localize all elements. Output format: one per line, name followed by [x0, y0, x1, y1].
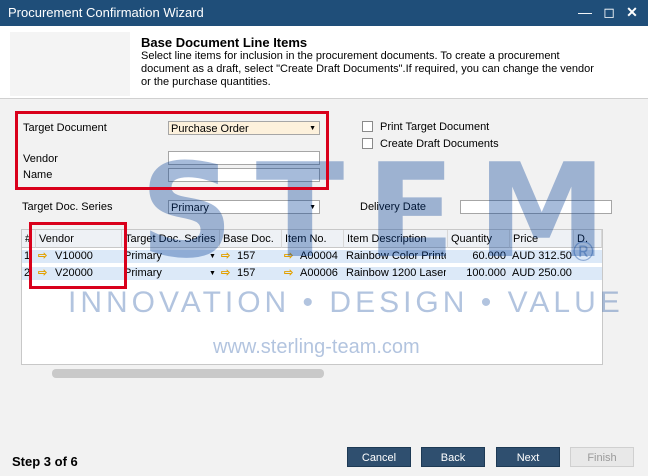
highlight-vendor-column — [29, 222, 127, 289]
price-cell: AUD 312.50 — [512, 250, 572, 262]
minimize-icon[interactable]: — — [576, 3, 594, 21]
price-cell: AUD 250.00 — [512, 267, 572, 279]
item-no-cell: A00004 — [300, 250, 338, 262]
title-bar: Procurement Confirmation Wizard — ◻ ✕ — [0, 0, 648, 26]
finish-button[interactable]: Finish — [570, 447, 634, 467]
maximize-icon[interactable]: ◻ — [600, 3, 618, 21]
page-description: Select line items for inclusion in the p… — [141, 50, 594, 88]
quantity-cell[interactable]: 100.000 — [448, 267, 506, 280]
series-cell[interactable]: Primary — [124, 267, 162, 280]
target-series-label: Target Doc. Series — [22, 201, 113, 213]
target-series-value: Primary — [171, 202, 209, 214]
delivery-date-field[interactable] — [460, 200, 612, 214]
print-target-checkbox[interactable] — [362, 121, 373, 132]
column-header[interactable]: Quantity — [448, 230, 510, 248]
wizard-header: Base Document Line Items Select line ite… — [0, 26, 648, 99]
item-no-cell: A00006 — [300, 267, 338, 279]
column-header[interactable]: D. — [574, 230, 602, 248]
create-draft-label: Create Draft Documents — [380, 138, 499, 150]
horizontal-scrollbar[interactable] — [52, 369, 324, 378]
column-header[interactable]: Price — [510, 230, 574, 248]
window-title: Procurement Confirmation Wizard — [8, 5, 204, 20]
chevron-down-icon: ▼ — [309, 204, 316, 211]
column-header[interactable]: Item No. — [282, 230, 344, 248]
page-title: Base Document Line Items — [141, 35, 308, 50]
back-button[interactable]: Back — [421, 447, 485, 467]
target-series-dropdown[interactable]: Primary ▼ — [168, 200, 320, 214]
link-arrow-icon[interactable]: ⇨ — [284, 250, 293, 263]
highlight-target-document — [15, 111, 329, 190]
base-doc-cell: 157 — [237, 250, 256, 262]
column-header[interactable]: Target Doc. Series — [122, 230, 220, 248]
chevron-down-icon[interactable]: ▼ — [209, 267, 216, 280]
chevron-down-icon[interactable]: ▼ — [209, 250, 216, 263]
delivery-date-label: Delivery Date — [360, 201, 427, 213]
header-graphic — [10, 32, 130, 96]
description-cell: Rainbow 1200 Laser S — [346, 267, 446, 279]
base-doc-cell: 157 — [237, 267, 256, 279]
series-cell[interactable]: Primary — [124, 250, 162, 263]
cancel-button[interactable]: Cancel — [347, 447, 411, 467]
print-target-label: Print Target Document — [380, 121, 490, 133]
close-icon[interactable]: ✕ — [623, 3, 641, 21]
next-button[interactable]: Next — [496, 447, 560, 467]
quantity-cell[interactable]: 60.000 — [448, 250, 506, 263]
link-arrow-icon[interactable]: ⇨ — [221, 267, 230, 280]
link-arrow-icon[interactable]: ⇨ — [221, 250, 230, 263]
column-header[interactable]: Base Doc. — [220, 230, 282, 248]
create-draft-checkbox[interactable] — [362, 138, 373, 149]
link-arrow-icon[interactable]: ⇨ — [284, 267, 293, 280]
step-indicator: Step 3 of 6 — [12, 454, 78, 469]
column-header[interactable]: Item Description — [344, 230, 448, 248]
description-cell: Rainbow Color Printer — [346, 250, 446, 262]
